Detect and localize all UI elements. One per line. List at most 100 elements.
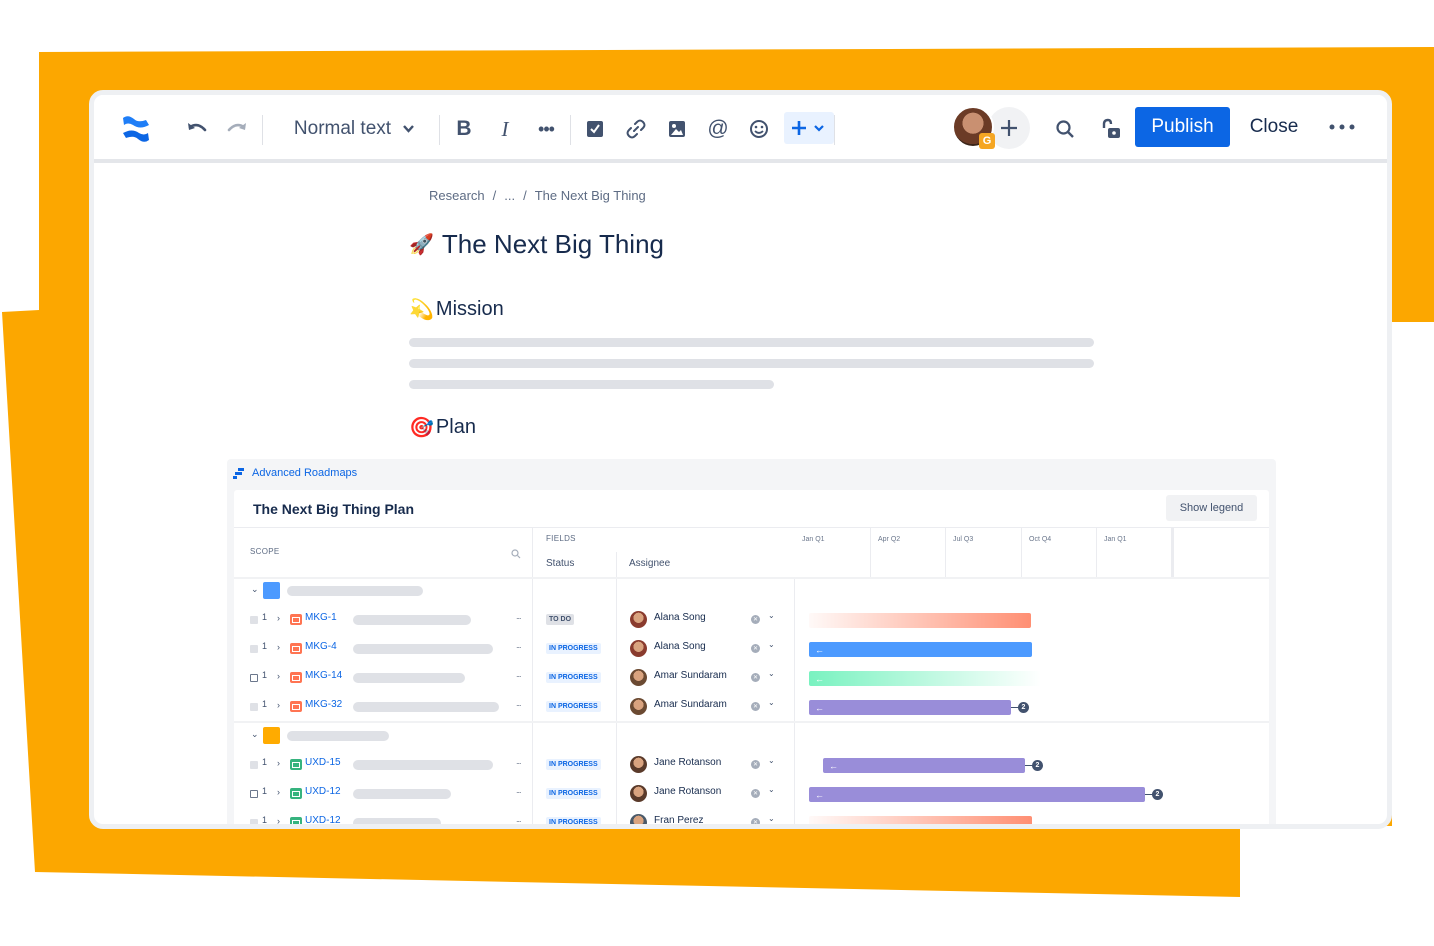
chevron-down-icon[interactable]: ⌄: [768, 640, 775, 649]
dependency-badge[interactable]: 2: [1032, 760, 1043, 771]
clear-icon[interactable]: ✕: [751, 644, 760, 653]
assignee-name[interactable]: Jane Rotanson: [654, 786, 721, 797]
assignee-name[interactable]: Amar Sundaram: [654, 670, 727, 681]
chevron-right-icon[interactable]: ›: [277, 671, 280, 681]
chevron-down-icon[interactable]: ⌄: [768, 669, 775, 678]
row-more-icon[interactable]: ...: [516, 785, 521, 795]
breadcrumb-item[interactable]: ...: [504, 188, 515, 203]
status-badge[interactable]: IN PROGRESS: [546, 759, 601, 770]
row-checkbox[interactable]: [250, 819, 258, 824]
search-icon[interactable]: [1048, 95, 1082, 163]
more-formatting-icon[interactable]: •••: [531, 95, 561, 163]
status-badge[interactable]: IN PROGRESS: [546, 672, 601, 683]
assignee-name[interactable]: Amar Sundaram: [654, 699, 727, 710]
close-button[interactable]: Close: [1244, 107, 1304, 147]
breadcrumb-item[interactable]: Research: [429, 188, 485, 203]
timeline-bar[interactable]: ←: [809, 787, 1145, 802]
issue-key-link[interactable]: MKG-32: [305, 699, 342, 710]
timeline-bar[interactable]: ←: [809, 671, 1041, 686]
table-row[interactable]: 1 › MKG-4 ... IN PROGRESS Alana Song ✕ ⌄…: [234, 635, 1269, 664]
assignee-name[interactable]: Alana Song: [654, 612, 706, 623]
table-row[interactable]: 1 › MKG-32 ... IN PROGRESS Amar Sundaram…: [234, 693, 1269, 722]
assignee-name[interactable]: Fran Perez: [654, 815, 703, 824]
timeline-bar[interactable]: ←: [823, 758, 1025, 773]
timeline-bar[interactable]: ←: [809, 700, 1011, 715]
chevron-right-icon[interactable]: ›: [277, 787, 280, 797]
row-more-icon[interactable]: ...: [516, 611, 521, 621]
clear-icon[interactable]: ✕: [751, 615, 760, 624]
chevron-right-icon[interactable]: ›: [277, 700, 280, 710]
link-icon[interactable]: [621, 95, 651, 163]
issue-key-link[interactable]: MKG-4: [305, 641, 337, 652]
row-checkbox[interactable]: [250, 761, 258, 769]
chevron-down-icon[interactable]: ⌄: [768, 814, 775, 823]
timeline-bar[interactable]: [809, 816, 1032, 824]
table-row[interactable]: 1 › UXD-12 ... IN PROGRESS Jane Rotanson…: [234, 780, 1269, 809]
group-row[interactable]: ⌄: [234, 578, 1269, 606]
search-icon[interactable]: [511, 546, 521, 564]
chevron-right-icon[interactable]: ›: [277, 642, 280, 652]
chevron-down-icon[interactable]: ⌄: [768, 611, 775, 620]
status-badge[interactable]: IN PROGRESS: [546, 817, 601, 824]
column-header-status[interactable]: Status: [546, 558, 574, 569]
table-row[interactable]: 1 › UXD-12 ... IN PROGRESS Fran Perez ✕ …: [234, 809, 1269, 824]
status-badge[interactable]: IN PROGRESS: [546, 788, 601, 799]
redo-icon[interactable]: [222, 95, 252, 163]
more-actions-icon[interactable]: [1322, 107, 1362, 147]
chevron-down-icon[interactable]: ⌄: [768, 698, 775, 707]
clear-icon[interactable]: ✕: [751, 818, 760, 824]
table-row[interactable]: 1 › MKG-1 ... TO DO Alana Song ✕ ⌄: [234, 606, 1269, 635]
row-more-icon[interactable]: ...: [516, 669, 521, 679]
row-checkbox[interactable]: [250, 616, 258, 624]
assignee-name[interactable]: Jane Rotanson: [654, 757, 721, 768]
page-title[interactable]: 🚀 The Next Big Thing: [409, 229, 664, 260]
column-header-assignee[interactable]: Assignee: [629, 558, 670, 569]
bold-icon[interactable]: B: [449, 95, 479, 163]
row-checkbox[interactable]: [250, 703, 258, 711]
row-checkbox[interactable]: [250, 790, 258, 798]
roadmap-macro-label[interactable]: Advanced Roadmaps: [233, 467, 357, 479]
row-more-icon[interactable]: ...: [516, 640, 521, 650]
dependency-badge[interactable]: 2: [1152, 789, 1163, 800]
row-more-icon[interactable]: ...: [516, 814, 521, 824]
assignee-name[interactable]: Alana Song: [654, 641, 706, 652]
status-badge[interactable]: TO DO: [546, 614, 575, 625]
row-checkbox[interactable]: [250, 645, 258, 653]
status-badge[interactable]: IN PROGRESS: [546, 701, 601, 712]
image-icon[interactable]: [662, 95, 692, 163]
row-more-icon[interactable]: ...: [516, 756, 521, 766]
issue-key-link[interactable]: MKG-1: [305, 612, 337, 623]
issue-key-link[interactable]: UXD-12: [305, 815, 341, 824]
chevron-down-icon[interactable]: ⌄: [251, 584, 259, 595]
unlock-icon[interactable]: [1094, 95, 1128, 163]
action-item-icon[interactable]: [580, 95, 610, 163]
chevron-down-icon[interactable]: ⌄: [768, 756, 775, 765]
clear-icon[interactable]: ✕: [751, 702, 760, 711]
timeline-bar[interactable]: ←: [809, 642, 1032, 657]
row-more-icon[interactable]: ...: [516, 698, 521, 708]
chevron-right-icon[interactable]: ›: [277, 758, 280, 768]
undo-icon[interactable]: [182, 95, 212, 163]
clear-icon[interactable]: ✕: [751, 760, 760, 769]
emoji-icon[interactable]: [744, 95, 774, 163]
confluence-logo[interactable]: [116, 95, 156, 163]
chevron-down-icon[interactable]: ⌄: [251, 729, 259, 740]
table-row[interactable]: 1 › UXD-15 ... IN PROGRESS Jane Rotanson…: [234, 751, 1269, 780]
chevron-down-icon[interactable]: ⌄: [768, 785, 775, 794]
table-row[interactable]: 1 › MKG-14 ... IN PROGRESS Amar Sundaram…: [234, 664, 1269, 693]
publish-button[interactable]: Publish: [1135, 107, 1230, 147]
italic-icon[interactable]: I: [490, 95, 520, 163]
issue-key-link[interactable]: UXD-15: [305, 757, 341, 768]
row-checkbox[interactable]: [250, 674, 258, 682]
group-row[interactable]: ⌄: [234, 723, 1269, 751]
chevron-right-icon[interactable]: ›: [277, 613, 280, 623]
timeline-bar[interactable]: [809, 613, 1031, 628]
issue-key-link[interactable]: MKG-14: [305, 670, 342, 681]
mention-icon[interactable]: @: [703, 95, 733, 163]
text-style-dropdown[interactable]: Normal text: [284, 95, 424, 163]
breadcrumb-item[interactable]: The Next Big Thing: [535, 188, 646, 203]
insert-plus-button[interactable]: [784, 112, 834, 144]
show-legend-button[interactable]: Show legend: [1166, 495, 1257, 521]
issue-key-link[interactable]: UXD-12: [305, 786, 341, 797]
chevron-right-icon[interactable]: ›: [277, 816, 280, 824]
